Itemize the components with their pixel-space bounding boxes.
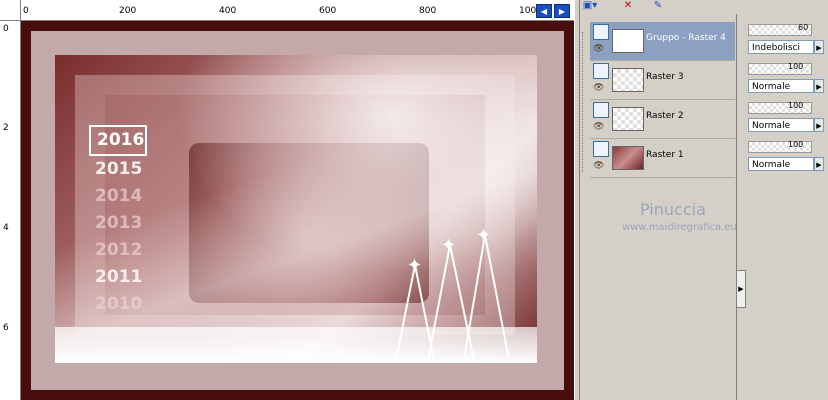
chevron-down-icon[interactable]: ▶ [814,79,824,93]
layer-props-0: 60 Indebolisci ▶ [748,22,828,60]
blend-mode-select[interactable]: Normale [748,118,814,132]
ruler-left: 0 2 4 6 [0,20,21,400]
year-label: 2011 [95,267,143,287]
scroll-right-icon[interactable]: ▶ [554,4,570,18]
layer-props-3: 100 Normale ▶ [748,139,828,177]
svg-text:✦: ✦ [476,225,491,246]
chevron-down-icon[interactable]: ▶ [814,157,824,171]
blend-mode-select[interactable]: Normale [748,79,814,93]
ruler-left-label: 2 [3,123,9,133]
svg-text:✦: ✦ [407,255,422,276]
layer-new-icon[interactable]: ▣▾ [582,0,598,12]
layer-thumbnail [612,146,644,170]
chevron-down-icon[interactable]: ▶ [814,118,824,132]
blend-mode-select[interactable]: Indebolisci [748,40,814,54]
opacity-value: 60 [798,23,809,32]
layer-row-raster-1[interactable]: 👁 Raster 1 [590,139,735,178]
layer-row-raster-3[interactable]: 👁 Raster 3 [590,61,735,100]
artwork-image: 2016 2015 2014 2013 2012 2011 2010 ✦ ✦ ✦ [55,55,537,363]
layer-thumbnail [612,107,644,131]
layer-thumbnail [612,29,644,53]
layer-thumbnail [612,68,644,92]
year-list: 2016 2015 2014 2013 2012 2011 2010 [89,125,149,318]
ruler-corner [0,0,21,21]
brush-icon[interactable]: ✎ [650,0,666,12]
layer-props-2: 100 Normale ▶ [748,100,828,138]
year-label: 2013 [95,213,143,233]
layer-type-icon[interactable] [593,141,609,157]
scroll-left-icon[interactable]: ◀ [536,4,552,18]
year-label: 2015 [95,159,143,179]
layer-name: Raster 3 [646,72,684,82]
ruler-left-label: 6 [3,323,9,333]
chevron-down-icon[interactable]: ▶ [814,40,824,54]
ruler-top-label: 800 [419,6,437,16]
opacity-value: 100 [788,62,804,71]
layer-name: Raster 2 [646,111,684,121]
snow-floor [55,327,537,363]
canvas-frame: 2016 2015 2014 2013 2012 2011 2010 ✦ ✦ ✦ [31,31,564,390]
layer-toolbar: ▣▾ ✕ ✎ [580,0,730,14]
layer-type-icon[interactable] [593,102,609,118]
svg-text:✦: ✦ [441,235,456,256]
delete-layer-icon[interactable]: ✕ [620,0,636,12]
layer-tree-line [582,32,589,172]
ruler-left-label: 4 [3,223,9,233]
year-label: 2010 [95,294,143,314]
watermark-name: Pinuccia [640,200,706,219]
layer-type-icon[interactable] [593,63,609,79]
ruler-top: 0 200 400 600 800 1000 ◀ ▶ [0,0,574,21]
year-label: 2014 [95,186,143,206]
blend-mode-select[interactable]: Normale [748,157,814,171]
eye-icon[interactable]: 👁 [593,83,604,93]
layer-row-raster-2[interactable]: 👁 Raster 2 [590,100,735,139]
layer-properties-panel: 60 Indebolisci ▶ 100 Normale ▶ 100 Norma… [746,18,828,400]
collapse-arrow-icon[interactable]: ▶ [736,270,746,308]
opacity-value: 100 [788,101,804,110]
opacity-value: 100 [788,140,804,149]
ruler-top-label: 400 [219,6,237,16]
layer-name: Gruppo - Raster 4 [646,33,726,43]
watermark-url: www.maidiregrafica.eu [622,222,737,233]
ruler-top-label: 600 [319,6,337,16]
props-splitter[interactable] [736,14,745,400]
layer-name: Raster 1 [646,150,684,160]
layer-props-1: 100 Normale ▶ [748,61,828,99]
ruler-left-label: 0 [3,24,9,34]
eye-icon[interactable]: 👁 [593,161,604,171]
image-canvas[interactable]: 2016 2015 2014 2013 2012 2011 2010 ✦ ✦ ✦ [21,21,574,400]
eye-icon[interactable]: 👁 [593,122,604,132]
year-label: 2012 [95,240,143,260]
ruler-top-label: 0 [23,6,29,16]
ruler-scroll-controls: ◀ ▶ [536,4,570,18]
ruler-top-label: 200 [119,6,137,16]
layer-group-icon[interactable] [593,24,609,40]
eye-icon[interactable]: 👁 [593,44,604,54]
layer-row-gruppo-raster-4[interactable]: 👁 Gruppo - Raster 4 [590,22,735,61]
year-label: 2016 [89,125,147,156]
